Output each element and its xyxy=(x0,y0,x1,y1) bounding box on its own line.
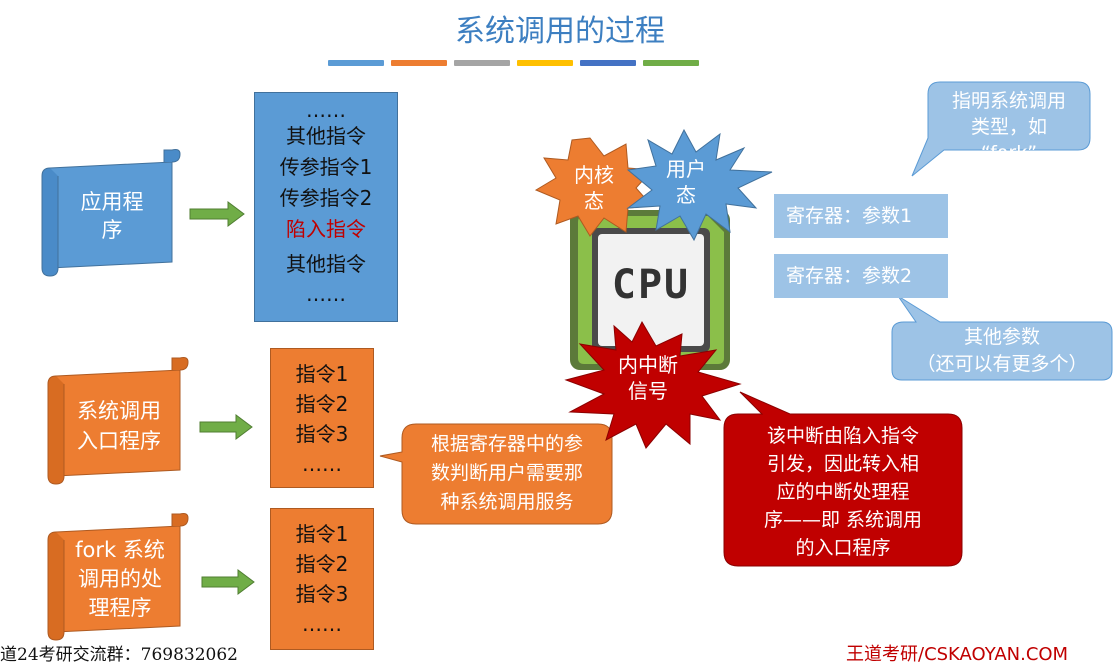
interrupt-label: 内中断 信号 xyxy=(606,352,690,404)
register-param-1: 寄存器：参数1 xyxy=(774,194,948,238)
scroll-fork-line: 调用的处 xyxy=(78,567,162,591)
callout-line: 引发，因此转入相 xyxy=(766,453,919,475)
user-state-line: 用户 xyxy=(666,157,706,181)
callout-line: 的入口程序 xyxy=(795,537,891,559)
scroll-app-text: 应用程序 xyxy=(80,190,144,242)
cpu-label: CPU xyxy=(611,262,691,308)
scroll-app-label: 应用程序 xyxy=(62,188,162,244)
other-params-line: （还可以有更多个） xyxy=(916,353,1088,375)
interrupt-line: 内中断 xyxy=(618,353,678,377)
footer-qq-group: 道24考研交流群：769832062 xyxy=(0,645,238,665)
instruction-line: 指令3 xyxy=(295,582,349,606)
instruction-line: 指令1 xyxy=(295,362,349,386)
blue-callout-text: 指明系统调用 类型，如 “fork” xyxy=(930,88,1088,166)
other-params-text: 其他参数 （还可以有更多个） xyxy=(892,324,1112,378)
arrow-entry xyxy=(199,414,253,440)
instruction-line: …… xyxy=(306,282,346,306)
interrupt-line: 信号 xyxy=(628,379,668,403)
orange-callout-text: 根据寄存器中的参 数判断用户需要那 种系统调用服务 xyxy=(404,430,610,517)
user-state-label: 用户 态 xyxy=(654,156,718,208)
instruction-line: 指令1 xyxy=(295,522,349,546)
callout-line: 应的中断处理程 xyxy=(776,481,910,503)
instruction-line: 传参指令2 xyxy=(279,186,373,210)
kernel-state-line: 内核 xyxy=(574,163,614,187)
instruction-line-trap: 陷入指令 xyxy=(286,217,366,241)
instruction-line: 指令2 xyxy=(295,552,349,576)
footer-brand: 王道考研/CSKAOYAN.COM xyxy=(846,644,1069,665)
instruction-line: 指令3 xyxy=(295,422,349,446)
scroll-fork-label: fork 系统 调用的处 理程序 xyxy=(66,536,174,623)
scroll-entry-line: 入口程序 xyxy=(77,429,161,453)
instruction-line: …… xyxy=(302,612,342,636)
instruction-line: 其他指令 xyxy=(286,252,366,276)
scroll-fork-line: 理程序 xyxy=(88,596,152,620)
arrow-app xyxy=(189,201,245,227)
scroll-entry-label: 系统调用 入口程序 xyxy=(66,396,172,456)
arrow-fork xyxy=(201,569,255,595)
user-state-line: 态 xyxy=(676,183,696,207)
scroll-entry-line: 系统调用 xyxy=(77,399,161,423)
instruction-line: 传参指令1 xyxy=(279,155,373,179)
other-params-line: 其他参数 xyxy=(963,326,1040,348)
kernel-state-line: 态 xyxy=(584,189,604,213)
instruction-line: 其他指令 xyxy=(286,124,366,148)
fork-instruction-box: 指令1 指令2 指令3 …… xyxy=(270,508,374,650)
callout-line: 种系统调用服务 xyxy=(440,491,574,513)
callout-line: 序——即 系统调用 xyxy=(763,509,923,531)
callout-line: “fork” xyxy=(980,142,1038,164)
red-callout-text: 该中断由陷入指令 引发，因此转入相 应的中断处理程 序——即 系统调用 的入口程… xyxy=(726,422,960,562)
entry-instruction-box: 指令1 指令2 指令3 …… xyxy=(270,348,374,488)
app-instruction-box: …… 其他指令 传参指令1 传参指令2 陷入指令 其他指令 …… xyxy=(254,92,398,322)
instruction-line: …… xyxy=(306,98,346,122)
callout-line: 指明系统调用 xyxy=(951,90,1066,112)
callout-line: 数判断用户需要那 xyxy=(430,462,583,484)
instruction-line: …… xyxy=(302,452,342,476)
callout-line: 该中断由陷入指令 xyxy=(766,425,919,447)
kernel-state-label: 内核 态 xyxy=(562,162,626,214)
callout-line: 类型，如 xyxy=(970,116,1047,138)
register-param-2: 寄存器：参数2 xyxy=(774,254,948,298)
scroll-fork-line: fork 系统 xyxy=(75,538,165,562)
callout-line: 根据寄存器中的参 xyxy=(430,433,583,455)
instruction-line: 指令2 xyxy=(295,392,349,416)
